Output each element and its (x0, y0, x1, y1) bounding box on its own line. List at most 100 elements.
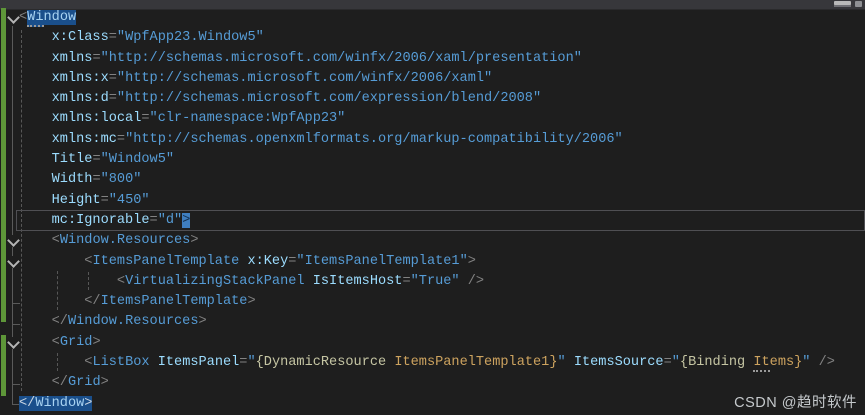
code-token: > (92, 335, 100, 350)
code-token: ItemsPanelTemplate (101, 294, 248, 309)
code-line[interactable]: <Grid> (0, 333, 865, 353)
code-token: > (199, 314, 207, 329)
code-token: " (557, 355, 565, 370)
code-token: > (247, 294, 255, 309)
code-token (19, 91, 52, 106)
code-token: "http://schemas.microsoft.com/winfx/2006… (101, 51, 582, 66)
code-token (19, 152, 52, 167)
code-token (19, 51, 52, 66)
code-token (19, 254, 84, 269)
code-line[interactable]: xmlns="http://schemas.microsoft.com/winf… (0, 49, 865, 69)
code-token (19, 233, 52, 248)
code-token: > (182, 213, 190, 228)
code-area[interactable]: <Window x:Class="WpfApp23.Window5" xmlns… (0, 8, 865, 414)
code-token: = (402, 274, 410, 289)
code-token: "WpfApp23.Window5" (117, 30, 264, 45)
code-token: Window.Resources (60, 233, 191, 248)
code-line[interactable]: </Window.Resources> (0, 312, 865, 332)
code-token: </ (19, 396, 35, 411)
code-token (19, 274, 117, 289)
code-token: "450" (109, 193, 150, 208)
code-line[interactable]: mc:Ignorable="d"> (0, 211, 865, 231)
code-token: < (52, 233, 60, 248)
code-token (19, 314, 52, 329)
watermark: CSDN @趋时软件 (734, 391, 857, 412)
code-token: xmlns:x (52, 71, 109, 86)
code-token (305, 274, 313, 289)
code-token: x:Class (52, 30, 109, 45)
code-token: Window (35, 396, 84, 411)
code-token: < (52, 335, 60, 350)
code-token (19, 355, 84, 370)
code-token: = (117, 132, 125, 147)
code-token: ndow (44, 10, 77, 25)
code-line[interactable]: <ListBox ItemsPanel="{DynamicResource It… (0, 353, 865, 373)
code-token: x:Key (247, 254, 288, 269)
code-token: = (101, 193, 109, 208)
code-token (19, 132, 52, 147)
code-token: "Window5" (101, 152, 174, 167)
window-chrome-icon[interactable] (834, 1, 851, 7)
code-line[interactable]: <Window (0, 8, 865, 28)
code-line[interactable]: Width="800" (0, 170, 865, 190)
code-token: ItemsPanelTemplate (92, 254, 239, 269)
code-token: It (753, 355, 769, 372)
code-token: "http://schemas.openxmlformats.org/marku… (125, 132, 623, 147)
code-token: Title (52, 152, 93, 167)
code-token (566, 355, 574, 370)
code-line[interactable]: </ItemsPanelTemplate> (0, 292, 865, 312)
xaml-editor-window: <Window x:Class="WpfApp23.Window5" xmlns… (0, 0, 865, 415)
code-token (19, 375, 52, 390)
code-token: Width (52, 172, 93, 187)
code-token: = (664, 355, 672, 370)
code-token: Height (52, 193, 101, 208)
code-token: " (672, 355, 680, 370)
code-token: > (190, 233, 198, 248)
code-token: > (101, 375, 109, 390)
code-token: /> (810, 355, 834, 370)
code-line[interactable]: Height="450" (0, 191, 865, 211)
code-token: < (19, 10, 27, 25)
code-line[interactable]: x:Class="WpfApp23.Window5" (0, 28, 865, 48)
code-token: ItemsPanelTemplate1} (394, 355, 557, 370)
code-token (150, 355, 158, 370)
window-chrome-icon-small[interactable] (855, 1, 862, 7)
code-token: > (84, 396, 92, 411)
code-token: "d" (158, 213, 182, 228)
code-token: VirtualizingStackPanel (125, 274, 304, 289)
code-token: </ (52, 314, 68, 329)
code-token: "ItemsPanelTemplate1" (296, 254, 467, 269)
code-line[interactable]: xmlns:mc="http://schemas.openxmlformats.… (0, 130, 865, 150)
code-token: ems} (770, 355, 803, 370)
code-token (19, 71, 52, 86)
code-token: "True" (411, 274, 460, 289)
code-token: </ (52, 375, 68, 390)
code-line[interactable]: <ItemsPanelTemplate x:Key="ItemsPanelTem… (0, 252, 865, 272)
code-line[interactable]: xmlns:x="http://schemas.microsoft.com/wi… (0, 69, 865, 89)
code-token (19, 172, 52, 187)
code-token: xmlns:local (52, 111, 142, 126)
code-token: " (247, 355, 255, 370)
code-token: = (150, 213, 158, 228)
code-token (19, 30, 52, 45)
code-token: Grid (68, 375, 101, 390)
code-token: = (109, 71, 117, 86)
code-token: Wi (27, 10, 43, 27)
code-token: ListBox (92, 355, 149, 370)
code-line[interactable]: xmlns:d="http://schemas.microsoft.com/ex… (0, 89, 865, 109)
code-token: "800" (101, 172, 142, 187)
code-line[interactable]: Title="Window5" (0, 150, 865, 170)
code-token: = (92, 172, 100, 187)
code-token: {Binding (680, 355, 753, 370)
code-token: xmlns:d (52, 91, 109, 106)
code-line[interactable]: <Window.Resources> (0, 231, 865, 251)
code-token: > (468, 254, 476, 269)
code-token (19, 193, 52, 208)
code-token: IsItemsHost (313, 274, 403, 289)
code-token: /> (460, 274, 484, 289)
code-token: ItemsSource (574, 355, 664, 370)
code-line[interactable]: xmlns:local="clr-namespace:WpfApp23" (0, 109, 865, 129)
code-token: Window.Resources (68, 314, 199, 329)
code-token (19, 294, 84, 309)
code-line[interactable]: <VirtualizingStackPanel IsItemsHost="Tru… (0, 272, 865, 292)
